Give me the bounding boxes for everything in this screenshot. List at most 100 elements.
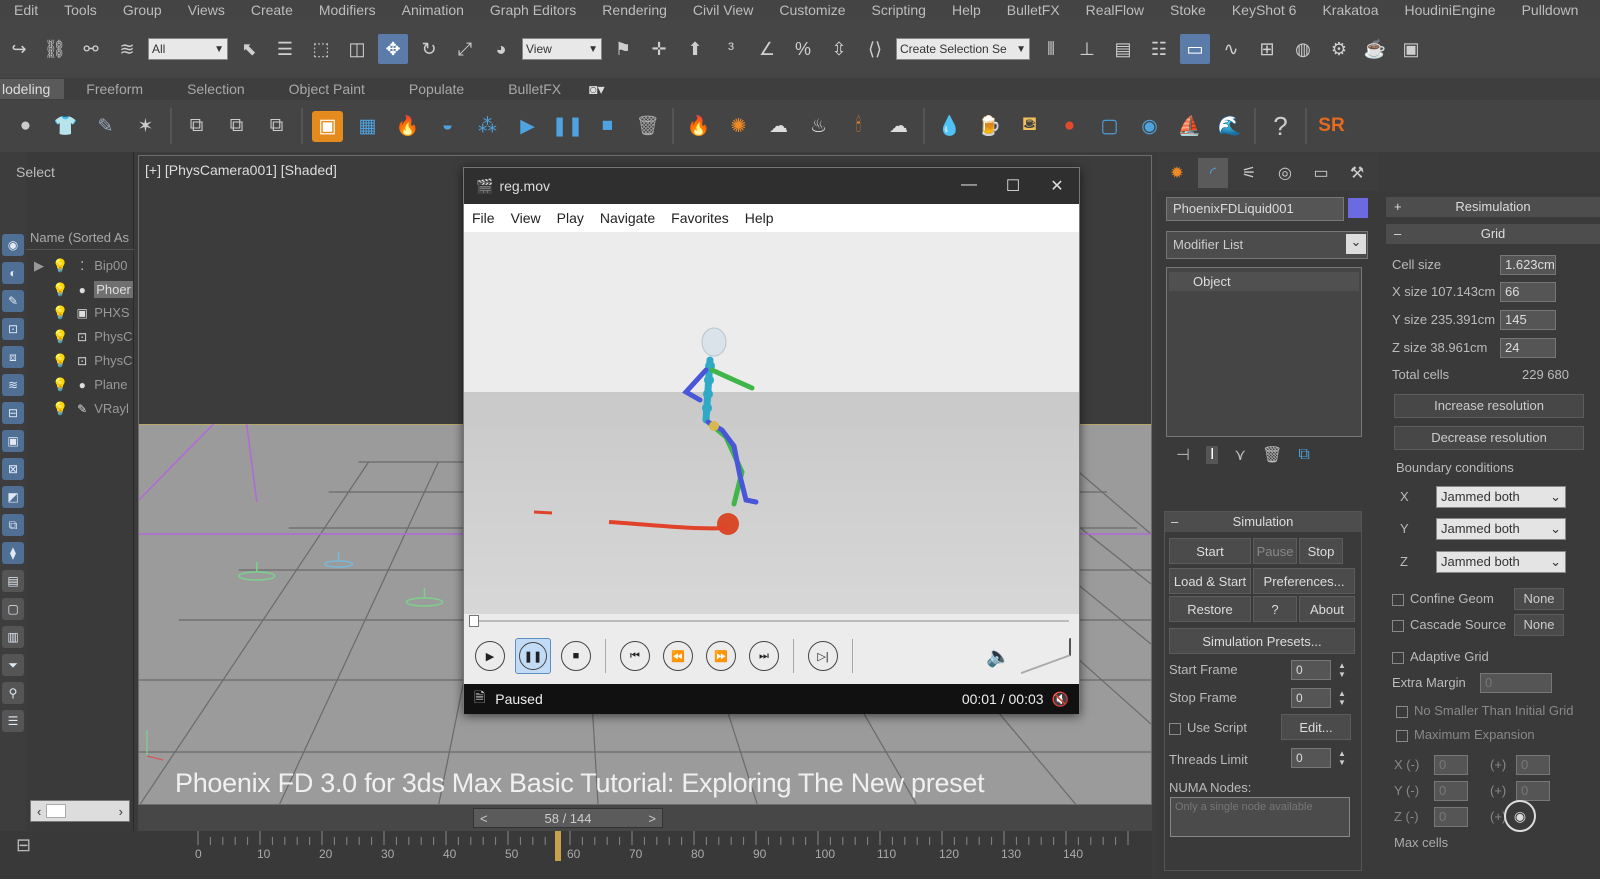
player-menu-file[interactable]: File <box>464 210 503 226</box>
tree-row[interactable]: 💡 ● Phoer <box>26 278 134 301</box>
tab-bulletfx[interactable]: BulletFX <box>486 81 583 97</box>
delete-cache-icon[interactable]: 🗑 <box>632 111 663 142</box>
player-title-bar[interactable]: 🎬 reg.mov — ☐ ✕ <box>464 168 1079 204</box>
scene-explorer-icon[interactable]: ☷ <box>1144 34 1174 64</box>
start-button[interactable]: Start <box>1169 538 1251 564</box>
menu-keyshot[interactable]: KeyShot 6 <box>1219 2 1310 18</box>
liquid-grid-icon[interactable]: ▦ <box>352 111 383 142</box>
selection-filter-dropdown[interactable]: All ▼ <box>148 38 228 60</box>
motion-tab-icon[interactable]: ◎ <box>1270 158 1300 188</box>
display-containers-icon[interactable]: ◩ <box>2 486 24 508</box>
stop-icon[interactable]: ■ <box>561 641 591 671</box>
create-tab-icon[interactable]: ✹ <box>1162 158 1192 188</box>
menu-edit[interactable]: Edit <box>0 2 51 18</box>
auto-key-icon[interactable]: ⧉ <box>221 111 252 142</box>
cascade-source-picker[interactable]: None <box>1514 614 1564 636</box>
time-slider-prev[interactable]: < <box>480 811 488 826</box>
expand-icon[interactable]: ▶ <box>34 258 44 274</box>
grid-rollout-header[interactable]: – Grid <box>1386 224 1600 244</box>
pivot-center-icon[interactable]: ⚑ <box>608 34 638 64</box>
light-bulb-icon[interactable]: 💡 <box>52 401 68 417</box>
current-frame-marker[interactable] <box>554 831 561 861</box>
render-icon[interactable]: ▣ <box>1396 34 1426 64</box>
minimize-icon[interactable]: — <box>947 176 991 196</box>
hierarchy-tab-icon[interactable]: ⚟ <box>1234 158 1264 188</box>
player-menu-favorites[interactable]: Favorites <box>663 210 737 226</box>
lava-preset-icon[interactable]: ● <box>1054 111 1085 142</box>
extra-margin-input[interactable]: 0 <box>1480 673 1552 693</box>
tab-modeling[interactable]: lodeling <box>0 79 65 99</box>
menu-group[interactable]: Group <box>110 2 175 18</box>
align-icon[interactable]: ⊥ <box>1072 34 1102 64</box>
skip-end-icon[interactable]: ⏭ <box>749 641 779 671</box>
keyboard-shortcut-icon[interactable]: ⬆ <box>680 34 710 64</box>
select-by-name-icon[interactable]: ☰ <box>270 34 300 64</box>
show-end-result-icon[interactable]: I <box>1205 446 1219 464</box>
close-icon[interactable]: ✕ <box>1035 176 1079 196</box>
pause-icon[interactable]: ❚❚ <box>515 638 551 674</box>
display-tab-icon[interactable]: ▭ <box>1306 158 1336 188</box>
select-object-icon[interactable]: ⬉ <box>234 34 264 64</box>
fire-source-icon[interactable]: 🔥 <box>392 111 423 142</box>
x-minus-input[interactable]: 0 <box>1434 755 1468 775</box>
ocean-preset-icon[interactable]: 🌊 <box>1214 111 1245 142</box>
time-slider[interactable]: < 58 / 144 > <box>473 808 663 828</box>
threads-limit-input[interactable]: 0 <box>1291 748 1331 768</box>
spinner-snap-icon[interactable]: ⇳ <box>824 34 854 64</box>
step-frame-icon[interactable]: ▷| <box>808 641 838 671</box>
video-frame[interactable] <box>464 232 1079 614</box>
modify-tab-icon[interactable]: ◜ <box>1198 158 1228 188</box>
boundary-x-dropdown[interactable]: Jammed both ⌄ <box>1436 486 1566 508</box>
stack-item-object[interactable]: Object <box>1169 272 1359 291</box>
ocean-icon[interactable]: ◒ <box>432 111 463 142</box>
seek-bar[interactable] <box>464 614 1079 628</box>
x-size-input[interactable]: 66 <box>1500 282 1556 302</box>
explosion-preset-icon[interactable]: ✺ <box>723 111 754 142</box>
explorer-scrollbar[interactable]: ‹ › <box>30 800 130 822</box>
filter-settings-icon[interactable]: ⚲ <box>2 682 24 704</box>
object-color-swatch[interactable] <box>1348 198 1368 218</box>
object-name-field[interactable]: PhoenixFDLiquid001 <box>1166 197 1344 221</box>
remove-modifier-icon[interactable]: 🗑 <box>1262 445 1282 465</box>
mini-curve-editor-icon[interactable]: ⊟ <box>16 835 31 856</box>
drop-preset-icon[interactable]: 💧 <box>934 111 965 142</box>
steam-preset-icon[interactable]: ♨ <box>803 111 834 142</box>
sr-button[interactable]: SR <box>1316 111 1347 142</box>
menu-realflow[interactable]: RealFlow <box>1073 2 1157 18</box>
player-menu-help[interactable]: Help <box>737 210 782 226</box>
decrease-resolution-button[interactable]: Decrease resolution <box>1394 426 1584 450</box>
tank-preset-icon[interactable]: ▢ <box>1094 111 1125 142</box>
smoke-preset-icon[interactable]: ☁ <box>763 111 794 142</box>
light-bulb-icon[interactable]: 💡 <box>52 305 68 321</box>
use-script-checkbox[interactable]: Use Script <box>1169 720 1247 735</box>
render-setup-icon[interactable]: ⚙ <box>1324 34 1354 64</box>
ribbon-options-icon[interactable]: ◙▾ <box>583 81 610 98</box>
tab-object-paint[interactable]: Object Paint <box>267 81 387 97</box>
layers-icon[interactable]: ☰ <box>2 710 24 732</box>
display-all-icon[interactable]: ▤ <box>2 570 24 592</box>
menu-krakatoa[interactable]: Krakatoa <box>1309 2 1391 18</box>
pour-preset-icon[interactable]: ⛾ <box>1014 111 1045 142</box>
ribbon-toggle-icon[interactable]: ▭ <box>1180 34 1210 64</box>
light-bulb-icon[interactable]: 💡 <box>52 258 68 274</box>
display-invert-icon[interactable]: ▥ <box>2 626 24 648</box>
utilities-tab-icon[interactable]: ⚒ <box>1342 158 1372 188</box>
tab-populate[interactable]: Populate <box>387 81 486 97</box>
menu-pulldown[interactable]: Pulldown <box>1509 2 1592 18</box>
x-plus-input[interactable]: 0 <box>1516 755 1550 775</box>
boundary-y-dropdown[interactable]: Jammed both ⌄ <box>1436 518 1566 540</box>
preferences-button[interactable]: Preferences... <box>1253 568 1355 594</box>
menu-customize[interactable]: Customize <box>766 2 858 18</box>
restore-button[interactable]: Restore <box>1169 596 1251 622</box>
reference-coord-dropdown[interactable]: View ▼ <box>522 38 602 60</box>
tree-row[interactable]: 💡 ⊡ PhysC <box>26 325 134 348</box>
link-icon[interactable]: ⛓ <box>40 34 70 64</box>
menu-views[interactable]: Views <box>175 2 238 18</box>
stop-simulation-icon[interactable]: ■ <box>592 111 623 142</box>
stop-button[interactable]: Stop <box>1299 538 1343 564</box>
light-bulb-icon[interactable]: 💡 <box>52 353 68 369</box>
angle-snap-icon[interactable]: ∠ <box>752 34 782 64</box>
menu-tools[interactable]: Tools <box>51 2 110 18</box>
menu-houdini-engine[interactable]: HoudiniEngine <box>1392 2 1509 18</box>
set-key-icon[interactable]: ⧉ <box>261 111 292 142</box>
